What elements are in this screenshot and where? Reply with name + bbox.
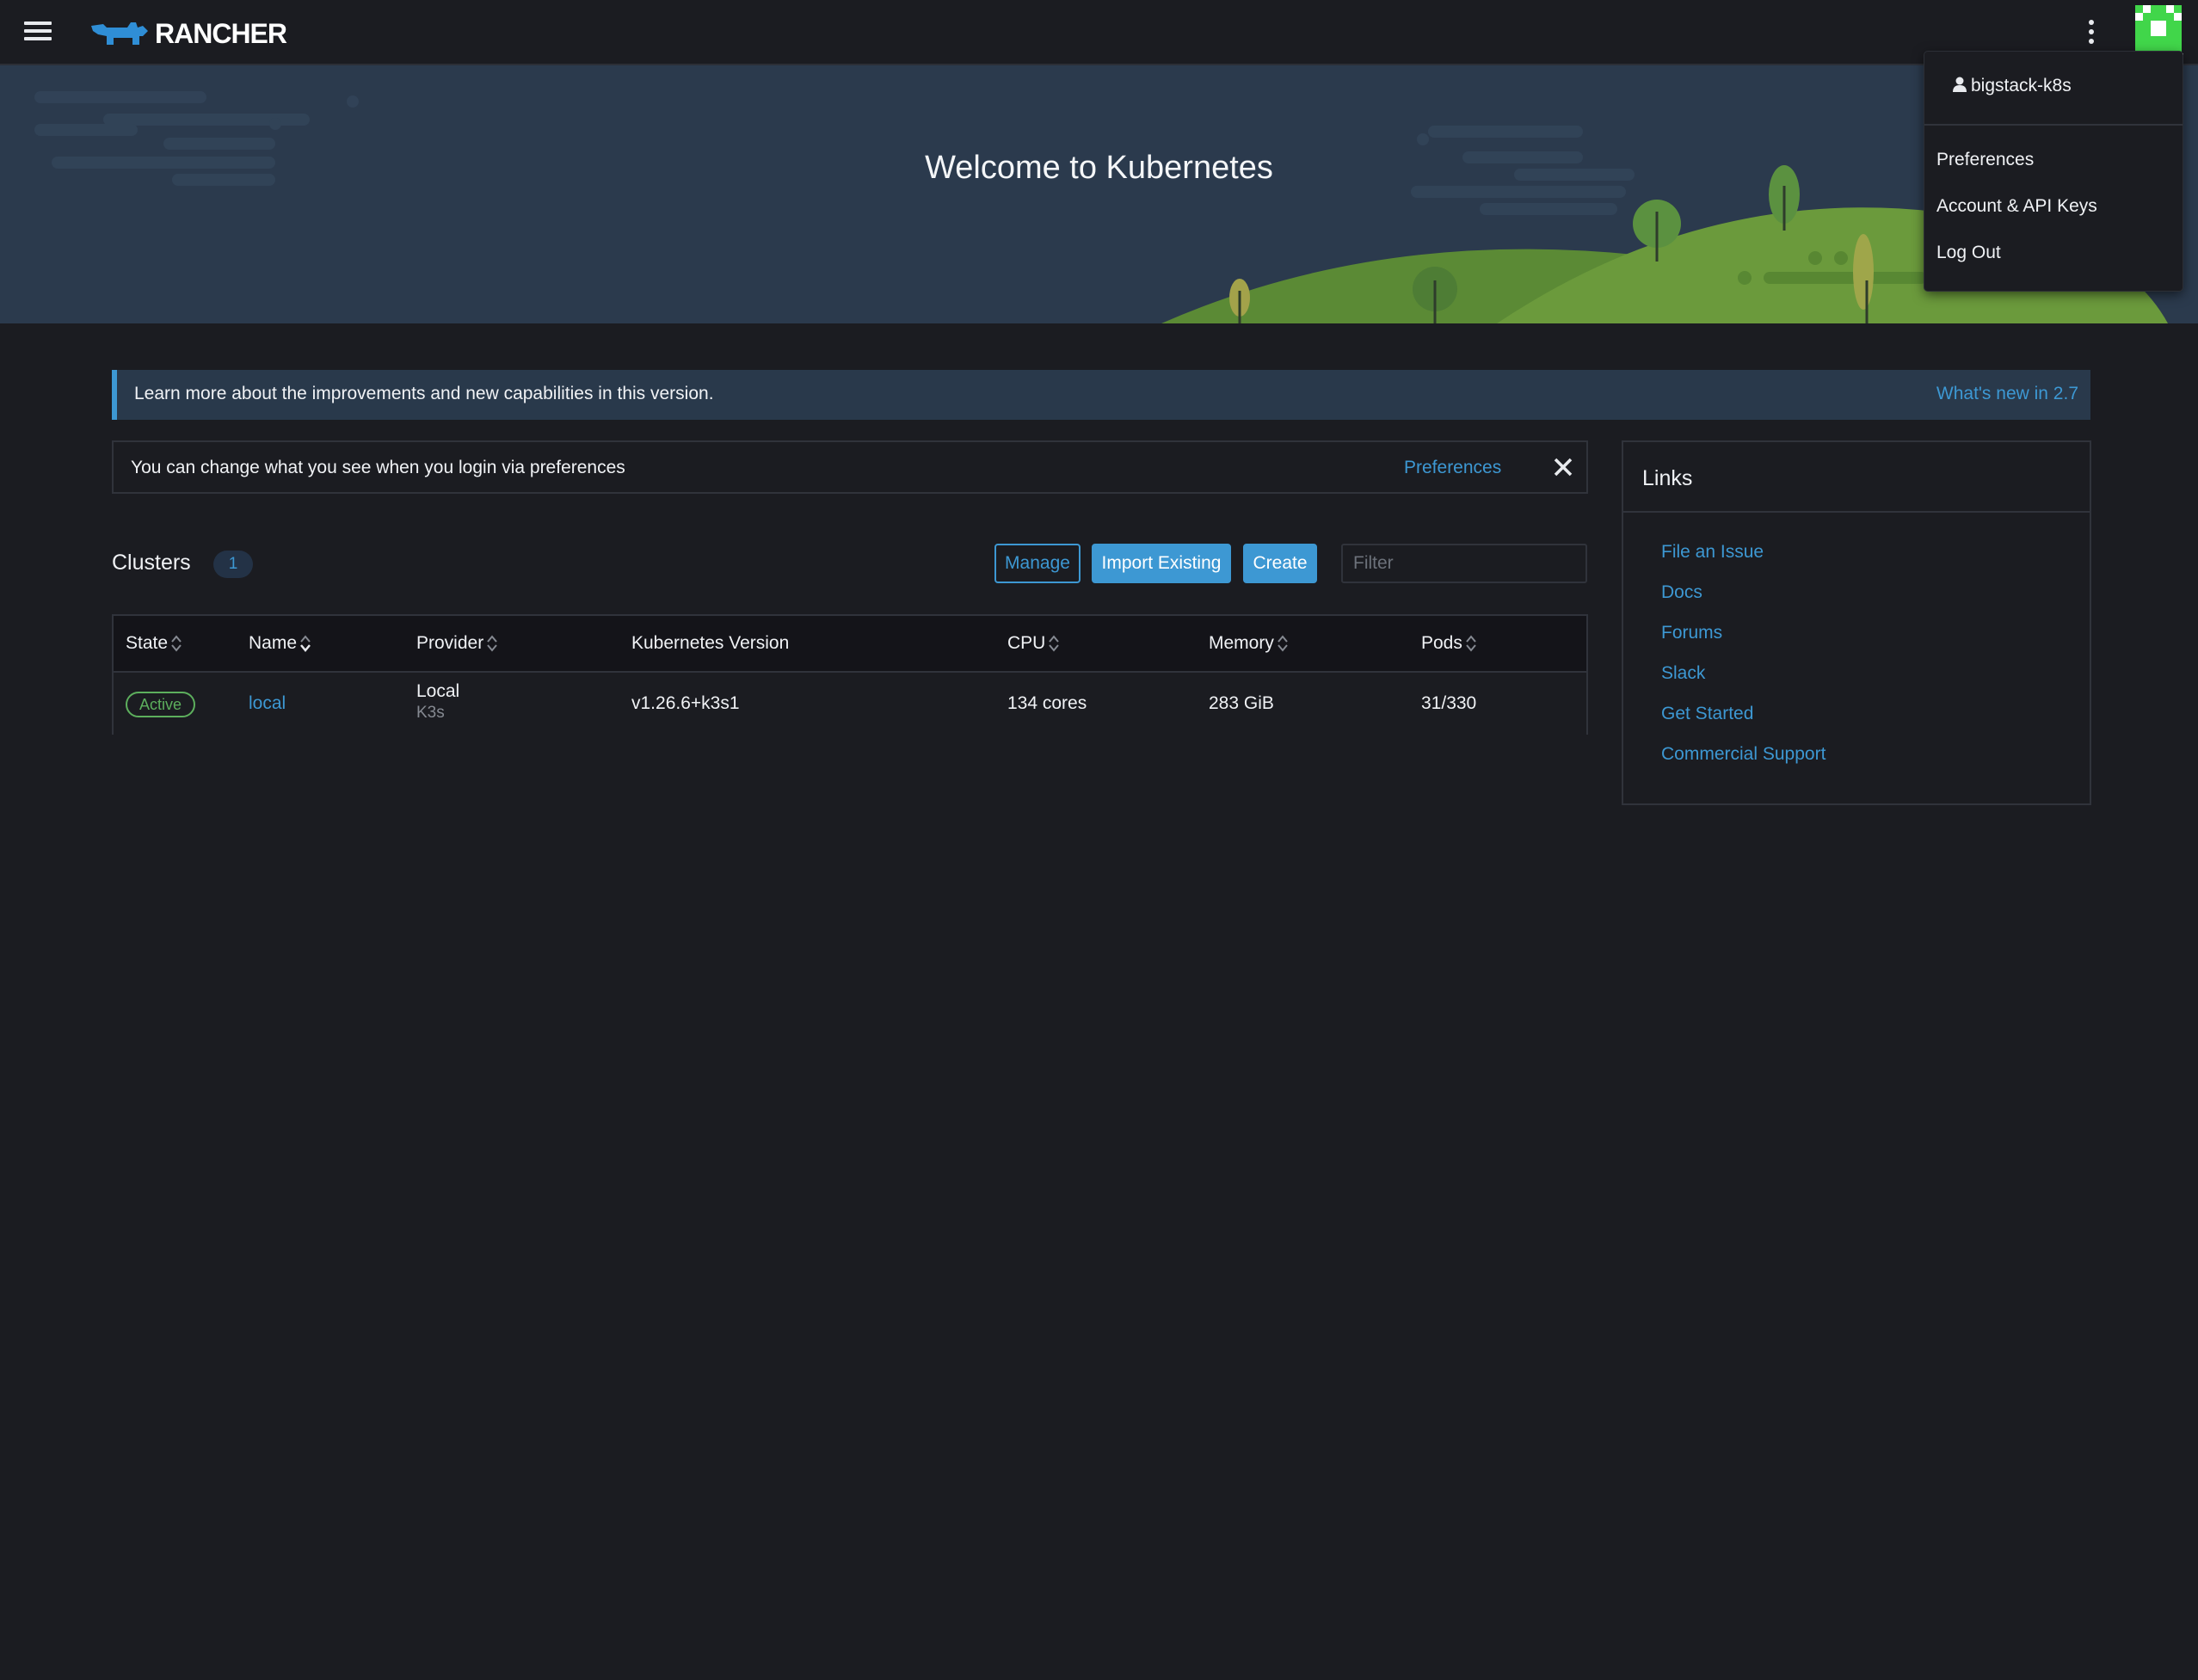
table-header: State Name Provider Kubernetes Version C… bbox=[114, 616, 1586, 673]
sort-icon bbox=[1049, 635, 1060, 653]
column-header-pods[interactable]: Pods bbox=[1421, 633, 1477, 654]
links-list: File an Issue Docs Forums Slack Get Star… bbox=[1661, 542, 1826, 785]
import-existing-button[interactable]: Import Existing bbox=[1092, 544, 1231, 583]
link-slack[interactable]: Slack bbox=[1661, 663, 1826, 704]
link-get-started[interactable]: Get Started bbox=[1661, 704, 1826, 744]
close-icon[interactable] bbox=[1550, 451, 1576, 482]
whats-new-link[interactable]: What's new in 2.7 bbox=[1936, 384, 2078, 404]
rancher-cow-icon bbox=[91, 22, 148, 45]
sort-icon bbox=[1466, 635, 1476, 653]
menu-item-preferences[interactable]: Preferences bbox=[1936, 150, 2034, 170]
top-bar: RANCHER bbox=[0, 0, 2198, 65]
sort-icon bbox=[300, 635, 311, 653]
column-header-state[interactable]: State bbox=[126, 633, 182, 654]
link-docs[interactable]: Docs bbox=[1661, 582, 1826, 623]
cluster-pods: 31/330 bbox=[1421, 693, 1477, 713]
cluster-cpu: 134 cores bbox=[1007, 693, 1087, 713]
links-panel: Links File an Issue Docs Forums Slack Ge… bbox=[1622, 440, 2091, 805]
link-forums[interactable]: Forums bbox=[1661, 623, 1826, 663]
hamburger-icon[interactable] bbox=[21, 17, 55, 48]
banner-illustration bbox=[34, 91, 2168, 323]
sort-icon bbox=[487, 635, 497, 653]
links-title: Links bbox=[1623, 442, 2090, 513]
user-menu-header: bigstack-k8s bbox=[1924, 52, 2183, 126]
clusters-table: State Name Provider Kubernetes Version C… bbox=[112, 614, 1588, 735]
column-header-memory[interactable]: Memory bbox=[1209, 633, 1289, 654]
link-file-an-issue[interactable]: File an Issue bbox=[1661, 542, 1826, 582]
user-avatar-icon[interactable] bbox=[2133, 5, 2183, 57]
column-header-provider[interactable]: Provider bbox=[416, 633, 498, 654]
welcome-banner: Welcome to Kubernetes bbox=[0, 65, 2198, 323]
clusters-title: Clusters bbox=[112, 551, 191, 575]
cluster-provider: Local bbox=[416, 681, 460, 701]
cluster-name-link[interactable]: local bbox=[249, 693, 286, 714]
logo-text: RANCHER bbox=[155, 17, 287, 49]
user-icon bbox=[1953, 77, 1967, 92]
column-header-name[interactable]: Name bbox=[249, 633, 311, 654]
clusters-count-badge: 1 bbox=[213, 551, 253, 578]
column-header-cpu[interactable]: CPU bbox=[1007, 633, 1060, 654]
preferences-banner-text: You can change what you see when you log… bbox=[131, 458, 625, 477]
preferences-link[interactable]: Preferences bbox=[1404, 458, 1501, 478]
create-button[interactable]: Create bbox=[1243, 544, 1317, 583]
status-badge: Active bbox=[126, 692, 196, 717]
sort-icon bbox=[1278, 635, 1288, 653]
cluster-memory: 283 GiB bbox=[1209, 693, 1274, 713]
whats-new-notice: Learn more about the improvements and ne… bbox=[112, 370, 2090, 420]
sort-icon bbox=[171, 635, 182, 653]
more-vertical-icon[interactable] bbox=[2078, 15, 2104, 50]
menu-item-account-api-keys[interactable]: Account & API Keys bbox=[1936, 196, 2097, 217]
link-commercial-support[interactable]: Commercial Support bbox=[1661, 744, 1826, 785]
cluster-provider-distro: K3s bbox=[416, 704, 445, 722]
table-row: Active local Local K3s v1.26.6+k3s1 134 … bbox=[114, 673, 1586, 735]
column-header-kubernetes-version: Kubernetes Version bbox=[631, 633, 790, 653]
notice-text: Learn more about the improvements and ne… bbox=[134, 384, 714, 403]
cluster-kubernetes-version: v1.26.6+k3s1 bbox=[631, 693, 740, 713]
menu-item-log-out[interactable]: Log Out bbox=[1936, 243, 2001, 263]
banner-title: Welcome to Kubernetes bbox=[925, 150, 1273, 186]
rancher-app: RANCHER Welcome to Kubernetes Learn more… bbox=[0, 0, 2198, 1680]
manage-button[interactable]: Manage bbox=[994, 544, 1081, 583]
rancher-logo[interactable]: RANCHER bbox=[89, 14, 287, 53]
preferences-banner: You can change what you see when you log… bbox=[112, 440, 1588, 494]
user-menu-username: bigstack-k8s bbox=[1971, 76, 2072, 95]
user-menu-dropdown: bigstack-k8s Preferences Account & API K… bbox=[1924, 52, 2183, 291]
filter-input[interactable] bbox=[1341, 544, 1587, 583]
